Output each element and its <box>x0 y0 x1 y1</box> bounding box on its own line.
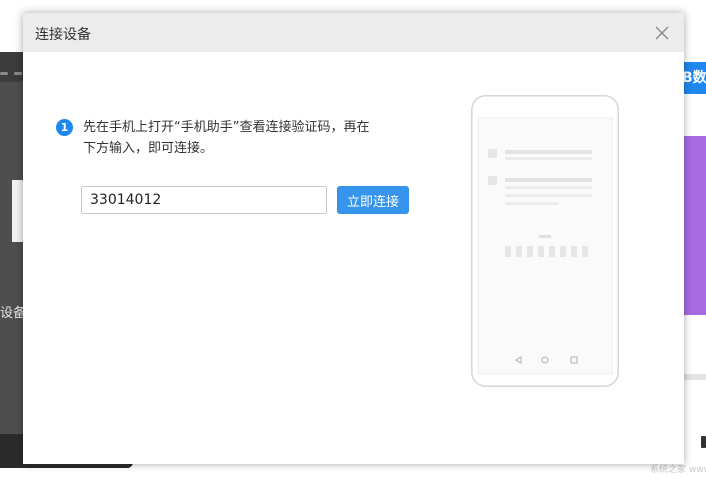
screen: 设备 B数 系统之家 www.xitongzhijia.net 连接设备 1 先… <box>0 0 706 496</box>
step-number-badge: 1 <box>56 119 73 136</box>
background-banner <box>683 136 706 315</box>
step-instruction: 先在手机上打开“手机助手”查看连接验证码，再在 下方输入，即可连接。 <box>83 117 413 159</box>
connect-device-dialog: 连接设备 1 先在手机上打开“手机助手”查看连接验证码，再在 下方输入，即可连接… <box>23 13 684 464</box>
verification-code-input[interactable] <box>81 186 327 214</box>
background-mark <box>701 436 706 448</box>
background-divider <box>14 72 22 75</box>
close-icon <box>655 26 669 40</box>
phone-illustration <box>471 95 619 387</box>
phone-illustration-icon <box>471 95 619 387</box>
close-button[interactable] <box>651 22 673 44</box>
dialog-header: 连接设备 <box>23 13 684 52</box>
instruction-line: 先在手机上打开“手机助手”查看连接验证码，再在 <box>83 120 370 135</box>
background-divider <box>0 72 8 75</box>
connect-now-button[interactable]: 立即连接 <box>337 186 409 214</box>
instruction-line: 下方输入，即可连接。 <box>83 141 214 156</box>
background-progress-track <box>683 374 706 380</box>
dialog-title: 连接设备 <box>35 27 91 43</box>
